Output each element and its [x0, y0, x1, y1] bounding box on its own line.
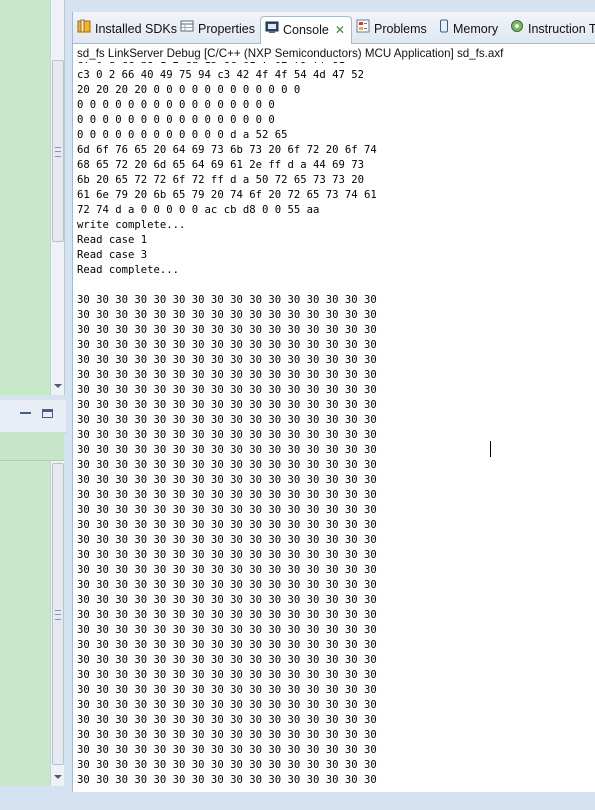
scrollbar-thumb[interactable]	[52, 463, 64, 765]
left-panel-toolbar	[0, 400, 66, 433]
left-bottom-scrollbar[interactable]	[50, 461, 64, 786]
console-line: 30 30 30 30 30 30 30 30 30 30 30 30 30 3…	[77, 459, 377, 471]
tab-label: Memory	[453, 22, 499, 36]
console-line: 30 30 30 30 30 30 30 30 30 30 30 30 30 3…	[77, 609, 377, 621]
console-line: 30 30 30 30 30 30 30 30 30 30 30 30 30 3…	[77, 489, 377, 501]
console-line: 30 30 30 30 30 30 30 30 30 30 30 30 30 3…	[77, 714, 377, 726]
console-line: 30 30 30 30 30 30 30 30 30 30 30 30 30 3…	[77, 699, 377, 711]
maximize-icon[interactable]	[42, 409, 53, 418]
text-cursor	[490, 441, 491, 457]
console-line: 30 30 30 30 30 30 30 30 30 30 30 30 30 3…	[77, 399, 377, 411]
console-line: 30 30 30 30 30 30 30 30 30 30 30 30 30 3…	[77, 444, 377, 456]
console-line: 30 30 30 30 30 30 30 30 30 30 30 30 30 3…	[77, 639, 377, 651]
console-line: 68 65 72 20 6d 65 64 69 61 2e ff d a 44 …	[77, 159, 365, 171]
console-line: 72 74 d a 0 0 0 0 0 ac cb d8 0 0 55 aa	[77, 204, 320, 216]
console-line: 0 0 0 0 0 0 0 0 0 0 0 0 0 0 0 0	[77, 99, 275, 111]
console-line: 30 30 30 30 30 30 30 30 30 30 30 30 30 3…	[77, 684, 377, 696]
scrollbar-thumb[interactable]	[52, 60, 64, 242]
scroll-down-arrow-icon[interactable]	[54, 384, 62, 388]
tab-problems[interactable]: Problems	[356, 16, 427, 42]
console-line: 30 30 30 30 30 30 30 30 30 30 30 30 30 3…	[77, 579, 377, 591]
tab-label: Properties	[198, 22, 255, 36]
console-line: 30 30 30 30 30 30 30 30 30 30 30 30 30 3…	[77, 729, 377, 741]
installed-sdks-icon	[77, 16, 91, 42]
console-line: 30 30 30 30 30 30 30 30 30 30 30 30 30 3…	[77, 474, 377, 486]
console-line: 0 0 0 0 0 0 0 0 0 0 0 0 d a 52 65	[77, 129, 288, 141]
instruction-trace-icon	[510, 16, 524, 42]
tab-label: Console	[283, 23, 329, 37]
console-line: Read case 1	[77, 234, 148, 246]
console-line: 30 30 30 30 30 30 30 30 30 30 30 30 30 3…	[77, 759, 377, 771]
console-line: 30 30 30 30 30 30 30 30 30 30 30 30 30 3…	[77, 339, 377, 351]
console-line: 30 30 30 30 30 30 30 30 30 30 30 30 30 3…	[77, 369, 377, 381]
console-line: 30 30 30 30 30 30 30 30 30 30 30 30 30 3…	[77, 564, 377, 576]
console-line: 0 0 0 0 0 0 0 0 0 0 0 0 0 0 0 0	[77, 114, 275, 126]
console-line: 30 30 30 30 30 30 30 30 30 30 30 30 30 3…	[77, 354, 377, 366]
console-line: 30 30 30 30 30 30 30 30 30 30 30 30 30 3…	[77, 309, 377, 321]
tab-installed-sdks[interactable]: Installed SDKs	[77, 16, 177, 42]
scroll-down-arrow-icon[interactable]	[54, 775, 62, 779]
console-line: 20 20 20 20 0 0 0 0 0 0 0 0 0 0 0 0	[77, 84, 301, 96]
tab-label: Installed SDKs	[95, 22, 177, 36]
console-line: 30 30 30 30 30 30 30 30 30 30 30 30 30 3…	[77, 669, 377, 681]
grip-icon	[55, 147, 61, 157]
console-lines: cf 0 d cc b8 1 2 ed 15 8c 61 7 02 79 7f …	[77, 62, 377, 784]
console-line: 6d 6f 76 65 20 64 69 73 6b 73 20 6f 72 2…	[77, 144, 377, 156]
memory-icon	[439, 16, 449, 42]
console-line: 30 30 30 30 30 30 30 30 30 30 30 30 30 3…	[77, 624, 377, 636]
console-title: sd_fs LinkServer Debug [C/C++ (NXP Semic…	[77, 47, 504, 60]
console-line: Read case 3	[77, 249, 148, 261]
left-top-scrollbar[interactable]	[50, 0, 64, 395]
tab-console[interactable]: Console ✕	[260, 16, 352, 44]
grip-icon	[55, 610, 61, 620]
console-line: 61 6e 79 20 6b 65 79 20 74 6f 20 72 65 7…	[77, 189, 377, 201]
properties-icon	[180, 16, 194, 42]
tab-label: Problems	[374, 22, 427, 36]
minimize-icon[interactable]	[20, 408, 31, 414]
console-output[interactable]: cf 0 d cc b8 1 2 ed 15 8c 61 7 02 79 7f …	[77, 62, 582, 784]
console-line: 6b 20 65 72 72 6f 72 ff d a 50 72 65 73 …	[77, 174, 365, 186]
console-line: 30 30 30 30 30 30 30 30 30 30 30 30 30 3…	[77, 384, 377, 396]
console-view: Installed SDKs Properties Console ✕ Probl…	[72, 12, 595, 792]
console-line: write complete...	[77, 219, 186, 231]
console-line: 30 30 30 30 30 30 30 30 30 30 30 30 30 3…	[77, 774, 377, 784]
console-line: 30 30 30 30 30 30 30 30 30 30 30 30 30 3…	[77, 294, 377, 306]
console-line: 30 30 30 30 30 30 30 30 30 30 30 30 30 3…	[77, 324, 377, 336]
close-icon[interactable]: ✕	[335, 23, 345, 37]
tab-label: Instruction T	[528, 22, 595, 36]
console-line: 30 30 30 30 30 30 30 30 30 30 30 30 30 3…	[77, 549, 377, 561]
status-bar	[0, 792, 595, 810]
console-line: 30 30 30 30 30 30 30 30 30 30 30 30 30 3…	[77, 594, 377, 606]
console-line: c3 0 2 66 40 49 75 94 c3 42 4f 4f 54 4d …	[77, 69, 365, 81]
console-line: 30 30 30 30 30 30 30 30 30 30 30 30 30 3…	[77, 519, 377, 531]
tab-memory[interactable]: Memory	[439, 16, 498, 42]
view-tab-bar: Installed SDKs Properties Console ✕ Probl…	[73, 12, 595, 44]
console-icon	[265, 17, 279, 43]
tab-properties[interactable]: Properties	[180, 16, 255, 42]
tab-instruction-trace[interactable]: Instruction T	[510, 16, 595, 42]
console-line: Read complete...	[77, 264, 180, 276]
left-panel-header-strip	[0, 432, 64, 461]
problems-icon	[356, 16, 370, 42]
console-line: 30 30 30 30 30 30 30 30 30 30 30 30 30 3…	[77, 654, 377, 666]
console-line: 30 30 30 30 30 30 30 30 30 30 30 30 30 3…	[77, 744, 377, 756]
console-line: 30 30 30 30 30 30 30 30 30 30 30 30 30 3…	[77, 534, 377, 546]
console-line: 30 30 30 30 30 30 30 30 30 30 30 30 30 3…	[77, 504, 377, 516]
console-line: 30 30 30 30 30 30 30 30 30 30 30 30 30 3…	[77, 414, 377, 426]
console-line: 30 30 30 30 30 30 30 30 30 30 30 30 30 3…	[77, 429, 377, 441]
